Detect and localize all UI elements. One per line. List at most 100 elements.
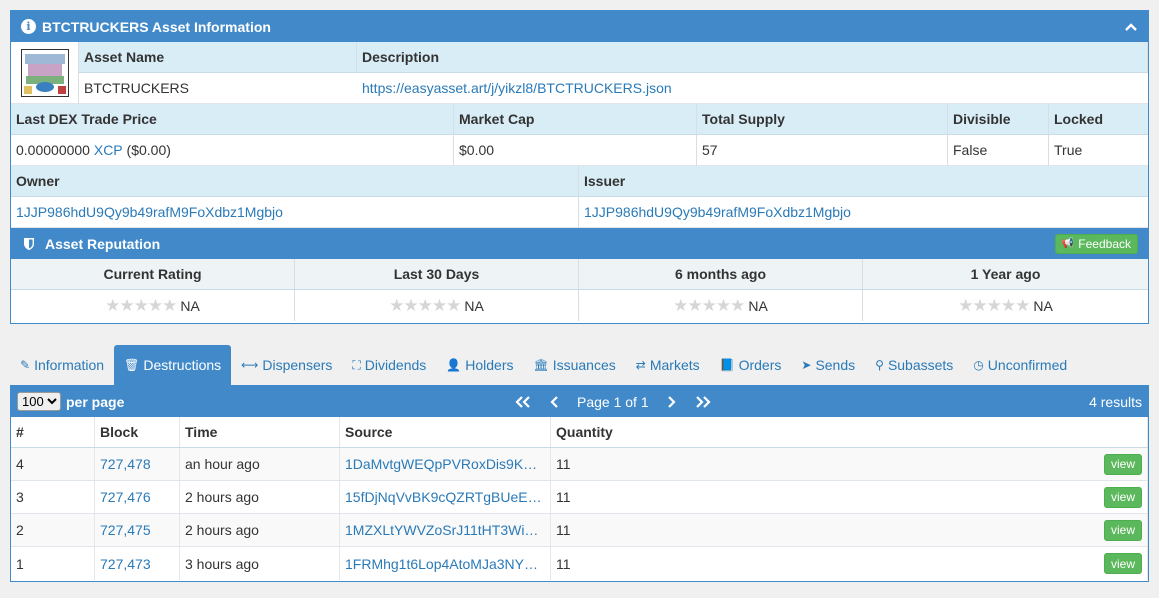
rating-value: NA (1033, 297, 1053, 314)
source-address-link[interactable]: 1FRMhg1t6Lop4AtoMJa3NY… (345, 556, 538, 572)
rating-stars[interactable]: ★★★★★ (389, 296, 461, 316)
next-page-button[interactable] (655, 395, 687, 408)
page-indicator: Page 1 of 1 (577, 393, 649, 410)
tab-label: Destructions (143, 357, 222, 373)
source-cell: 15fDjNqVvBK9cQZRTgBUeE… (340, 481, 551, 513)
locked-header: Locked (1054, 111, 1104, 127)
total-supply-value: 57 (697, 135, 948, 165)
per-page-select[interactable]: 100 (17, 392, 61, 411)
view-button[interactable]: view (1103, 553, 1142, 574)
destructions-panel: 100 per page Page 1 of 1 4 results # Blo… (10, 385, 1149, 582)
chevron-up-icon[interactable] (1124, 20, 1138, 34)
block-link[interactable]: 727,473 (100, 556, 151, 572)
tab-unconfirmed[interactable]: ◷ Unconfirmed (963, 345, 1077, 385)
owner-address-link[interactable]: 1JJP986hdU9Qy9b49rafM9FoXdbz1Mgbjo (16, 204, 283, 220)
asset-image[interactable] (20, 48, 69, 97)
table-row: 2 727,475 2 hours ago 1MZXLtYWVZoSrJ11tH… (11, 514, 1148, 547)
feedback-button[interactable]: 📢 Feedback (1054, 233, 1138, 254)
source-address-link[interactable]: 15fDjNqVvBK9cQZRTgBUeE… (345, 489, 542, 505)
block-cell: 727,475 (95, 514, 180, 546)
view-button[interactable]: view (1103, 519, 1142, 541)
block-link[interactable]: 727,475 (100, 522, 151, 538)
total-supply-header: Total Supply (697, 104, 948, 134)
block-cell: 727,473 (95, 547, 180, 580)
tab-label: Dividends (364, 357, 427, 373)
tab-destructions[interactable]: 🗑 Destructions (114, 345, 232, 385)
asset-tabs: ✎ Information 🗑 Destructions ⟷ Dispensers ⛶… (10, 345, 1077, 385)
time-cell: 2 hours ago (180, 514, 340, 546)
megaphone-icon: 📢 (1061, 238, 1075, 249)
tab-subassets[interactable]: ⚲ Subassets (865, 345, 963, 385)
source-address-link[interactable]: 1DaMvtgWEQpPVRoxDis9KT… (345, 456, 545, 472)
source-address-link[interactable]: 1MZXLtYWVZoSrJ11tHT3Wi… (345, 522, 538, 538)
asset-name-header: Asset Name (79, 42, 357, 73)
column-header-block: Block (95, 417, 180, 447)
tab-dividends[interactable]: ⛶ Dividends (342, 345, 436, 385)
issuer-address-link[interactable]: 1JJP986hdU9Qy9b49rafM9FoXdbz1Mgbjo (584, 204, 851, 220)
description-cell: https://easyasset.art/j/yikzl8/BTCTRUCKE… (357, 73, 1148, 104)
first-page-button[interactable] (507, 395, 539, 408)
source-cell: 1DaMvtgWEQpPVRoxDis9KT… (340, 448, 551, 480)
last-page-button[interactable] (687, 395, 719, 408)
user-icon: 👤 (446, 358, 462, 372)
tab-markets[interactable]: ⇄ Markets (626, 345, 710, 385)
reputation-header: Asset Reputation 📢 Feedback (11, 228, 1148, 259)
divisible-value: False (948, 135, 1049, 165)
block-link[interactable]: 727,476 (100, 489, 151, 505)
tab-holders[interactable]: 👤 Holders (436, 345, 523, 385)
view-button[interactable]: view (1103, 453, 1142, 475)
column-header-time: Time (180, 417, 340, 447)
tab-dispensers[interactable]: ⟷ Dispensers (231, 345, 342, 385)
tab-sends[interactable]: ➤ Sends (791, 345, 865, 385)
quantity-value: 11 (556, 522, 571, 538)
tab-label: Subassets (887, 357, 954, 373)
view-button[interactable]: view (1103, 486, 1142, 508)
tab-orders[interactable]: 📘 Orders (710, 345, 792, 385)
rating-value: NA (748, 297, 768, 314)
tab-label: Information (34, 357, 105, 373)
block-cell: 727,478 (95, 448, 180, 480)
pagination: Page 1 of 1 (507, 386, 719, 417)
quantity-cell: 11 view (551, 547, 1148, 580)
divisible-header: Divisible (948, 104, 1049, 134)
tab-label: Holders (465, 357, 514, 373)
prev-page-button[interactable] (539, 395, 571, 408)
bank-icon: 🏛 (533, 358, 549, 372)
pencil-icon: ✎ (20, 358, 31, 372)
asset-info-panel: i BTCTRUCKERS Asset Information Asset Na… (10, 10, 1149, 324)
rating-stars[interactable]: ★★★★★ (673, 296, 745, 316)
owner-header: Owner (11, 166, 579, 196)
quantity-value: 11 (556, 555, 571, 572)
table-row: 4 727,478 an hour ago 1DaMvtgWEQpPVRoxDi… (11, 448, 1148, 481)
quantity-cell: 11 view (551, 448, 1148, 480)
rating-stars[interactable]: ★★★★★ (958, 296, 1030, 316)
rating-header-current: Current Rating (11, 259, 295, 289)
tab-information[interactable]: ✎ Information (10, 345, 114, 385)
xcp-link[interactable]: XCP (94, 142, 123, 158)
child-icon: ⚲ (875, 358, 884, 372)
market-cap-value: $0.00 (454, 135, 697, 165)
destructions-table: # Block Time Source Quantity 4 727,478 a… (11, 417, 1148, 580)
block-cell: 727,476 (95, 481, 180, 513)
row-number: 4 (11, 448, 95, 480)
rating-header-6-months: 6 months ago (579, 259, 863, 289)
trash-icon: 🗑 (124, 358, 140, 372)
issuer-cell: 1JJP986hdU9Qy9b49rafM9FoXdbz1Mgbjo (579, 197, 1148, 227)
market-cap-header: Market Cap (454, 104, 697, 134)
paper-plane-icon: ➤ (801, 358, 812, 372)
rating-value: NA (180, 297, 200, 314)
tab-issuances[interactable]: 🏛 Issuances (523, 345, 625, 385)
rating-header-1-year: 1 Year ago (863, 259, 1148, 289)
book-icon: 📘 (719, 358, 735, 372)
last-dex-price-value: 0.00000000 XCP ($0.00) (11, 135, 454, 165)
rating-current: ★★★★★ NA (11, 290, 295, 321)
description-link[interactable]: https://easyasset.art/j/yikzl8/BTCTRUCKE… (362, 80, 672, 96)
asset-info-header: i BTCTRUCKERS Asset Information (11, 11, 1148, 42)
row-number: 2 (11, 514, 95, 546)
rating-stars[interactable]: ★★★★★ (105, 296, 177, 316)
feedback-label: Feedback (1078, 236, 1131, 251)
block-link[interactable]: 727,478 (100, 456, 151, 472)
results-count: 4 results (1089, 393, 1142, 410)
owner-cell: 1JJP986hdU9Qy9b49rafM9FoXdbz1Mgbjo (11, 197, 579, 227)
sitemap-icon: ⛶ (352, 357, 361, 372)
